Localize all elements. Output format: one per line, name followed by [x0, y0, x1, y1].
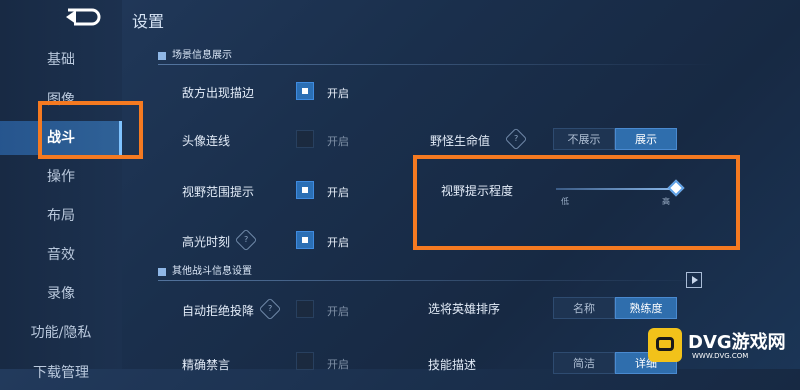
partial-row-checkbox[interactable] [296, 352, 314, 370]
vision-range-checkbox[interactable] [296, 181, 314, 199]
section-divider [158, 280, 718, 281]
partial-row-label: 精确禁言 [182, 358, 231, 372]
sidebar-item-basic[interactable]: 基础 [0, 43, 122, 77]
hero-sort-option-proficiency[interactable]: 熟练度 [615, 297, 677, 319]
sidebar-item-sound[interactable]: 音效 [0, 238, 122, 272]
enemy-outline-checkbox[interactable] [296, 82, 314, 100]
auto-reject-label: 自动拒绝投降 [182, 304, 255, 318]
hero-sort-option-name[interactable]: 名称 [553, 297, 615, 319]
monster-hp-segmented: 不展示 展示 [553, 128, 677, 150]
watermark: DVG游戏网 WWW.DVG.COM [648, 326, 794, 366]
avatar-line-label: 头像连线 [182, 134, 231, 148]
back-arrow-icon[interactable] [62, 6, 104, 28]
sidebar-item-layout[interactable]: 布局 [0, 199, 122, 233]
monster-hp-option-show[interactable]: 展示 [615, 128, 677, 150]
avatar-line-value: 开启 [327, 135, 349, 148]
watermark-url: WWW.DVG.COM [692, 352, 749, 360]
page-title: 设置 [132, 12, 165, 31]
auto-reject-checkbox[interactable] [296, 300, 314, 318]
sidebar-item-privacy[interactable]: 功能/隐私 [0, 316, 122, 350]
highlight-value: 开启 [327, 236, 349, 249]
avatar-line-checkbox[interactable] [296, 130, 314, 148]
sidebar-item-controls[interactable]: 操作 [0, 160, 122, 194]
highlight-checkbox[interactable] [296, 231, 314, 249]
video-icon[interactable] [686, 272, 702, 288]
hero-sort-label: 选将英雄排序 [428, 302, 501, 316]
highlight-box-vision-hint [413, 155, 740, 250]
watermark-brand: DVG游戏网 [688, 332, 786, 353]
monster-hp-label: 野怪生命值 [430, 134, 491, 148]
sidebar-item-replay[interactable]: 录像 [0, 277, 122, 311]
enemy-outline-label: 敌方出现描边 [182, 86, 255, 100]
help-icon[interactable]: ? [234, 228, 258, 252]
vision-range-value: 开启 [327, 186, 349, 199]
section-header-other: 其他战斗信息设置 [158, 264, 252, 280]
enemy-outline-value: 开启 [327, 87, 349, 100]
section-header-scene: 场景信息展示 [158, 48, 232, 64]
vision-range-label: 视野范围提示 [182, 185, 255, 199]
highlight-box-combat [38, 101, 143, 159]
help-icon[interactable]: ? [504, 127, 528, 151]
auto-reject-value: 开启 [327, 305, 349, 318]
skill-option-simple[interactable]: 简洁 [553, 352, 615, 374]
hero-sort-segmented: 名称 熟练度 [553, 297, 677, 319]
skill-label: 技能描述 [428, 358, 477, 372]
sidebar-item-downloads[interactable]: 下载管理 [0, 356, 122, 390]
highlight-label: 高光时刻 [182, 235, 231, 249]
section-divider [158, 64, 718, 65]
monster-hp-option-hide[interactable]: 不展示 [553, 128, 615, 150]
partial-row-value: 开启 [327, 358, 349, 371]
help-icon[interactable]: ? [258, 297, 282, 321]
gamepad-logo-icon [648, 328, 682, 362]
